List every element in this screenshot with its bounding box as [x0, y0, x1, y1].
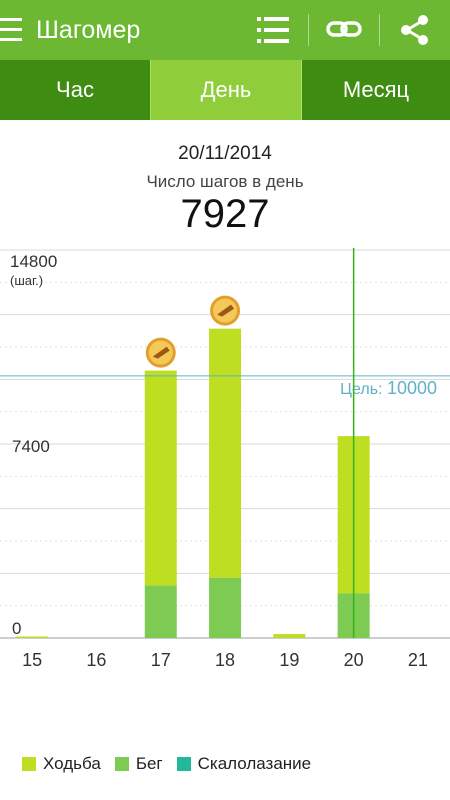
link-icon: [326, 21, 362, 37]
steps-chart[interactable]: Цель: 10000 14800 (шаг.) 7400 015 16 17 18 19 20…: [0, 240, 450, 680]
tab-month[interactable]: Месяц: [302, 60, 450, 120]
x-tick-label: 18: [215, 650, 235, 670]
shoe-medal-icon: [145, 337, 176, 368]
shoe-medal-icon: [210, 295, 241, 326]
share-button[interactable]: [385, 0, 445, 60]
bar-walking: [144, 370, 177, 586]
tab-hour[interactable]: Час: [0, 60, 150, 120]
legend-item-running: Бег: [114, 754, 163, 774]
app-bar: Шагомер: [0, 0, 450, 60]
toolbar-divider: [379, 14, 380, 46]
x-tick-label: 16: [86, 650, 106, 670]
x-tick-label: 20: [344, 650, 364, 670]
legend-item-climbing: Скалолазание: [176, 754, 312, 774]
bar-walking: [209, 328, 242, 578]
legend-label: Бег: [135, 754, 163, 773]
x-tick-label: 21: [408, 650, 428, 670]
toolbar-divider: [308, 14, 309, 46]
legend-label: Скалолазание: [197, 754, 312, 773]
legend-swatch: [176, 757, 191, 771]
hamburger-menu-icon[interactable]: [0, 18, 22, 42]
bar-walking: [273, 634, 306, 638]
period-tabs: Час День Месяц: [0, 60, 450, 120]
bar-running: [209, 577, 242, 638]
link-button[interactable]: [314, 0, 374, 60]
chart-legend: Ходьба Бег Скалолазание: [22, 754, 325, 774]
y-unit-label: (шаг.): [10, 273, 43, 288]
legend-item-walking: Ходьба: [22, 754, 101, 774]
app-title: Шагомер: [36, 16, 141, 44]
legend-label: Ходьба: [43, 754, 101, 773]
x-tick-label: 15: [22, 650, 42, 670]
selected-date: 20/11/2014: [178, 143, 272, 164]
legend-swatch: [22, 757, 36, 771]
y-tick-label: 7400: [12, 437, 50, 456]
x-tick-label: 19: [279, 650, 299, 670]
list-icon: [257, 17, 289, 43]
x-tick-label: 17: [151, 650, 171, 670]
steps-count: 7927: [180, 192, 270, 236]
steps-per-day-label: Число шагов в день: [146, 172, 304, 191]
bar-running: [144, 585, 177, 638]
goal-label: Цель: 10000: [340, 378, 437, 398]
list-button[interactable]: [243, 0, 303, 60]
tab-day[interactable]: День: [150, 60, 302, 120]
y-tick-label: 14800: [10, 252, 57, 271]
y-tick-label: 0: [12, 619, 21, 638]
share-icon: [401, 15, 428, 45]
legend-swatch: [114, 757, 129, 771]
